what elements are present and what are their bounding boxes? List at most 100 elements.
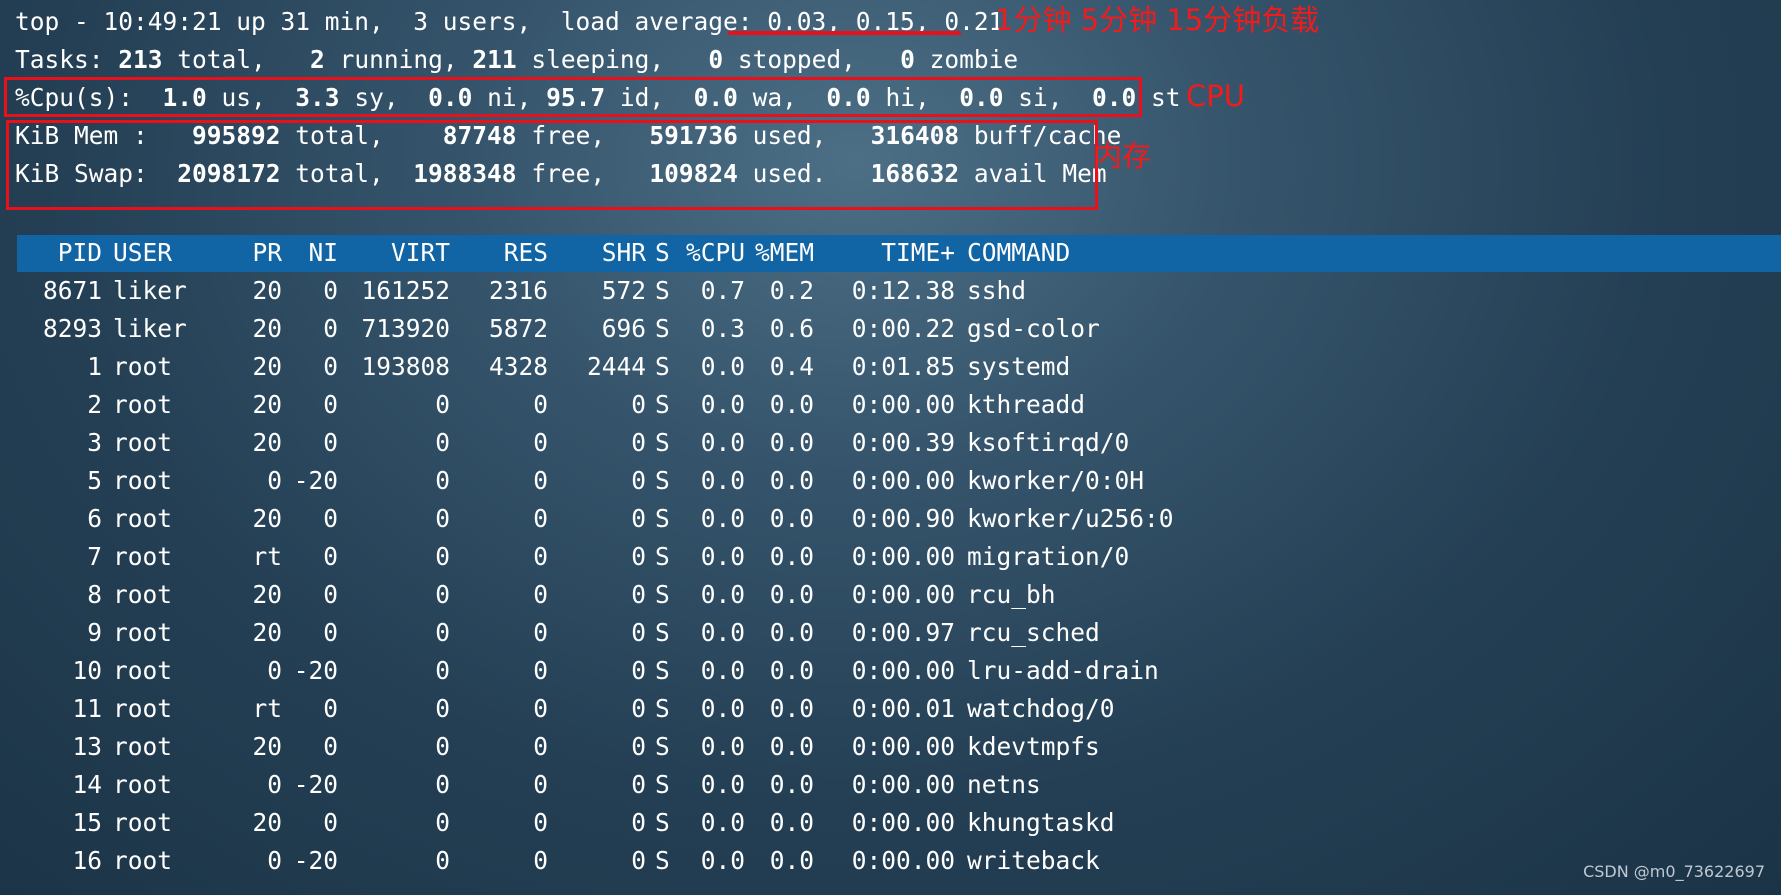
cell-virt: 0 — [435, 390, 450, 419]
cell-res: 4328 — [488, 352, 548, 381]
cell-pid: 2 — [87, 390, 102, 419]
cell-command: kthreadd — [967, 390, 1086, 419]
cell-time: 0:01.85 — [851, 352, 955, 381]
cell-shr: 0 — [631, 656, 646, 685]
cell-pr: 20 — [252, 390, 282, 419]
cell-pr: rt — [252, 542, 282, 571]
cell-pid: 15 — [72, 808, 102, 837]
cell-virt: 0 — [435, 504, 450, 533]
cell-time: 0:00.00 — [851, 542, 955, 571]
cell-cpu: 0.0 — [700, 618, 745, 647]
cell-time: 0:00.00 — [851, 808, 955, 837]
cell-cpu: 0.0 — [700, 808, 745, 837]
cell-command: kworker/u256:0 — [967, 504, 1174, 533]
cell-mem: 0.0 — [769, 504, 814, 533]
cell-virt: 193808 — [361, 352, 450, 381]
cell-ni: 0 — [323, 428, 338, 457]
cell-mem: 0.6 — [769, 314, 814, 343]
cell-pr: 20 — [252, 276, 282, 305]
cell-mem: 0.0 — [769, 580, 814, 609]
watermark: CSDN @m0_73622697 — [1583, 862, 1765, 881]
cell-s: S — [655, 276, 670, 305]
cell-res: 0 — [533, 694, 548, 723]
cell-s: S — [655, 542, 670, 571]
cell-time: 0:00.00 — [851, 656, 955, 685]
cell-cpu: 0.0 — [700, 580, 745, 609]
cell-time: 0:00.39 — [851, 428, 955, 457]
cell-ni: -20 — [293, 656, 338, 685]
cell-cpu: 0.0 — [700, 694, 745, 723]
cell-ni: 0 — [323, 808, 338, 837]
cell-pr: 20 — [252, 352, 282, 381]
cell-pr: 20 — [252, 428, 282, 457]
cell-shr: 0 — [631, 580, 646, 609]
cell-res: 0 — [533, 808, 548, 837]
cell-s: S — [655, 656, 670, 685]
cell-pid: 13 — [72, 732, 102, 761]
cell-virt: 0 — [435, 808, 450, 837]
cell-ni: 0 — [323, 732, 338, 761]
cell-cpu: 0.3 — [700, 314, 745, 343]
cell-virt: 0 — [435, 542, 450, 571]
cell-pr: 20 — [252, 580, 282, 609]
cell-shr: 572 — [601, 276, 646, 305]
cell-shr: 0 — [631, 808, 646, 837]
cell-ni: 0 — [323, 694, 338, 723]
cell-command: khungtaskd — [967, 808, 1115, 837]
cell-ni: 0 — [323, 580, 338, 609]
cell-res: 0 — [533, 428, 548, 457]
cell-mem: 0.0 — [769, 428, 814, 457]
column-header-time: TIME+ — [881, 238, 955, 267]
cell-time: 0:00.01 — [851, 694, 955, 723]
memory-annotation: 内存 — [1093, 139, 1152, 173]
cell-virt: 713920 — [361, 314, 450, 343]
cell-s: S — [655, 504, 670, 533]
cell-command: writeback — [967, 846, 1100, 875]
terminal-window[interactable]: top - 10:49:21 up 31 min, 3 users, load … — [0, 0, 1781, 895]
cell-pr: 0 — [267, 846, 282, 875]
cell-cpu: 0.0 — [700, 732, 745, 761]
cell-time: 0:00.90 — [851, 504, 955, 533]
cell-mem: 0.2 — [769, 276, 814, 305]
cell-command: rcu_sched — [967, 618, 1100, 647]
cell-cpu: 0.0 — [700, 466, 745, 495]
cell-ni: 0 — [323, 618, 338, 647]
load-average-underline — [728, 31, 961, 35]
cell-mem: 0.0 — [769, 542, 814, 571]
cell-ni: 0 — [323, 542, 338, 571]
cell-shr: 0 — [631, 732, 646, 761]
cell-shr: 0 — [631, 504, 646, 533]
cell-time: 0:00.22 — [851, 314, 955, 343]
cell-virt: 161252 — [361, 276, 450, 305]
cell-shr: 0 — [631, 466, 646, 495]
cell-mem: 0.0 — [769, 846, 814, 875]
cell-pr: 0 — [267, 770, 282, 799]
cell-pid: 8293 — [42, 314, 102, 343]
cell-virt: 0 — [435, 770, 450, 799]
cell-pid: 5 — [87, 466, 102, 495]
cell-pid: 16 — [72, 846, 102, 875]
cell-res: 0 — [533, 732, 548, 761]
cell-ni: 0 — [323, 314, 338, 343]
cell-res: 0 — [533, 656, 548, 685]
cell-command: gsd-color — [967, 314, 1100, 343]
cell-command: lru-add-drain — [967, 656, 1159, 685]
cell-time: 0:00.00 — [851, 846, 955, 875]
column-header-command: COMMAND — [967, 238, 1071, 267]
cell-mem: 0.0 — [769, 808, 814, 837]
cell-s: S — [655, 466, 670, 495]
cell-shr: 0 — [631, 846, 646, 875]
load-annotation: 1分钟 5分钟 15分钟负载 — [995, 3, 1320, 37]
cell-shr: 0 — [631, 542, 646, 571]
cell-res: 0 — [533, 466, 548, 495]
cell-res: 0 — [533, 846, 548, 875]
cell-time: 0:00.00 — [851, 390, 955, 419]
cell-time: 0:00.00 — [851, 770, 955, 799]
cell-time: 0:00.00 — [851, 466, 955, 495]
column-header-pid: PID — [57, 238, 102, 267]
cell-ni: -20 — [293, 770, 338, 799]
cell-time: 0:00.00 — [851, 580, 955, 609]
cell-s: S — [655, 580, 670, 609]
cell-mem: 0.0 — [769, 656, 814, 685]
cell-command: ksoftirqd/0 — [967, 428, 1130, 457]
